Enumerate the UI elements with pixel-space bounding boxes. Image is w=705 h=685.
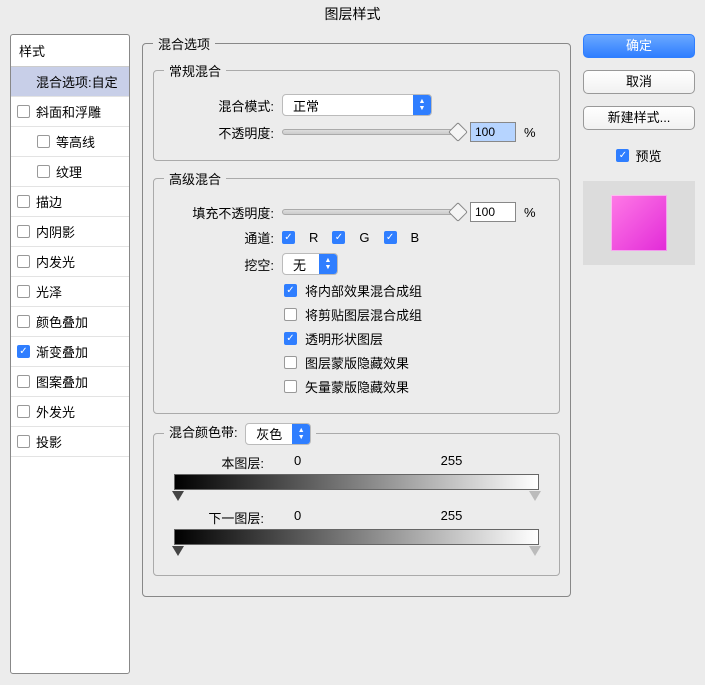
sidebar-item[interactable]: 投影 [11,427,129,457]
effect-checkbox[interactable] [17,195,30,208]
sidebar-item-label: 描边 [36,192,62,211]
opacity-label: 不透明度: [164,123,274,142]
sidebar-item-label: 颜色叠加 [36,312,88,331]
channel-r-checkbox[interactable] [282,231,295,244]
general-legend: 常规混合 [164,61,226,80]
sidebar-item[interactable]: 混合选项:自定 [11,67,129,97]
option-checkbox[interactable] [284,380,297,393]
slider-handle-icon[interactable] [172,546,184,556]
advanced-legend: 高级混合 [164,169,226,188]
sidebar-item[interactable]: 光泽 [11,277,129,307]
cancel-button[interactable]: 取消 [583,70,695,94]
option-label: 透明形状图层 [305,329,383,348]
effect-checkbox[interactable] [17,435,30,448]
under-layer-gradient[interactable] [174,529,539,545]
sidebar-header: 样式 [11,35,129,67]
sidebar-item[interactable]: 纹理 [11,157,129,187]
knockout-select[interactable]: 无 ▲▼ [282,253,338,275]
effect-checkbox[interactable] [17,405,30,418]
slider-handle-icon[interactable] [529,546,541,556]
this-layer-low: 0 [294,453,364,472]
opacity-input[interactable]: 100 [470,122,516,142]
sidebar-item-label: 外发光 [36,402,75,421]
blend-mode-select[interactable]: 正常 ▲▼ [282,94,432,116]
sidebar-item[interactable]: 内阴影 [11,217,129,247]
effect-checkbox[interactable] [17,225,30,238]
this-layer-gradient[interactable] [174,474,539,490]
blendif-legend: 混合颜色带: 灰色 ▲▼ [164,422,316,445]
fill-opacity-input[interactable]: 100 [470,202,516,222]
sidebar-item[interactable]: 颜色叠加 [11,307,129,337]
blending-panel: 混合选项 常规混合 混合模式: 正常 ▲▼ 不透明度: 100 % [142,34,571,674]
ok-button[interactable]: 确定 [583,34,695,58]
sidebar-item-label: 投影 [36,432,62,451]
new-style-button[interactable]: 新建样式... [583,106,695,130]
preview-swatch [611,195,667,251]
fill-opacity-slider[interactable] [282,209,462,215]
this-layer-high: 255 [364,453,539,472]
option-checkbox[interactable] [284,332,297,345]
dialog-buttons: 确定 取消 新建样式... 预览 [583,34,695,674]
sidebar-item-label: 光泽 [36,282,62,301]
opacity-slider[interactable] [282,129,462,135]
effect-checkbox[interactable] [17,375,30,388]
sidebar-item-label: 混合选项:自定 [36,72,118,91]
under-layer-label: 下一图层: [174,508,294,527]
sidebar-item-label: 等高线 [56,132,95,151]
sidebar-item-label: 渐变叠加 [36,342,88,361]
effect-checkbox[interactable] [17,345,30,358]
sidebar-item-label: 内发光 [36,252,75,271]
sidebar-item[interactable]: 描边 [11,187,129,217]
this-layer-label: 本图层: [174,453,294,472]
channel-b-checkbox[interactable] [384,231,397,244]
fill-opacity-label: 填充不透明度: [164,203,274,222]
preview-swatch-area [583,181,695,265]
sidebar-item-label: 纹理 [56,162,82,181]
sidebar-item[interactable]: 斜面和浮雕 [11,97,129,127]
channel-label: 通道: [164,228,274,247]
blend-mode-label: 混合模式: [164,96,274,115]
fill-opacity-unit: % [524,205,536,220]
sidebar-item[interactable]: 图案叠加 [11,367,129,397]
effect-checkbox[interactable] [37,165,50,178]
effect-checkbox[interactable] [37,135,50,148]
slider-handle-icon[interactable] [172,491,184,501]
knockout-label: 挖空: [164,255,274,274]
under-layer-high: 255 [364,508,539,527]
sidebar-item[interactable]: 内发光 [11,247,129,277]
sidebar-item-label: 图案叠加 [36,372,88,391]
option-label: 将剪贴图层混合成组 [305,305,422,324]
sidebar-item-label: 斜面和浮雕 [36,102,101,121]
channel-g-checkbox[interactable] [332,231,345,244]
styles-sidebar: 样式 混合选项:自定斜面和浮雕等高线纹理描边内阴影内发光光泽颜色叠加渐变叠加图案… [10,34,130,674]
sidebar-item[interactable]: 外发光 [11,397,129,427]
preview-checkbox[interactable] [616,149,629,162]
sidebar-item-label: 内阴影 [36,222,75,241]
effect-checkbox[interactable] [17,315,30,328]
opacity-unit: % [524,125,536,140]
chevron-updown-icon: ▲▼ [319,254,337,274]
option-checkbox[interactable] [284,308,297,321]
preview-label: 预览 [635,146,661,165]
effect-checkbox[interactable] [17,105,30,118]
option-label: 矢量蒙版隐藏效果 [305,377,409,396]
chevron-updown-icon: ▲▼ [292,424,310,444]
sidebar-item[interactable]: 渐变叠加 [11,337,129,367]
effect-checkbox[interactable] [17,255,30,268]
effect-checkbox[interactable] [17,285,30,298]
option-label: 图层蒙版隐藏效果 [305,353,409,372]
under-layer-low: 0 [294,508,364,527]
blending-legend: 混合选项 [153,34,215,53]
slider-handle-icon[interactable] [529,491,541,501]
option-checkbox[interactable] [284,356,297,369]
option-label: 将内部效果混合成组 [305,281,422,300]
dialog-title: 图层样式 [0,0,705,34]
chevron-updown-icon: ▲▼ [413,95,431,115]
option-checkbox[interactable] [284,284,297,297]
sidebar-item[interactable]: 等高线 [11,127,129,157]
blendif-channel-select[interactable]: 灰色 ▲▼ [245,423,311,445]
